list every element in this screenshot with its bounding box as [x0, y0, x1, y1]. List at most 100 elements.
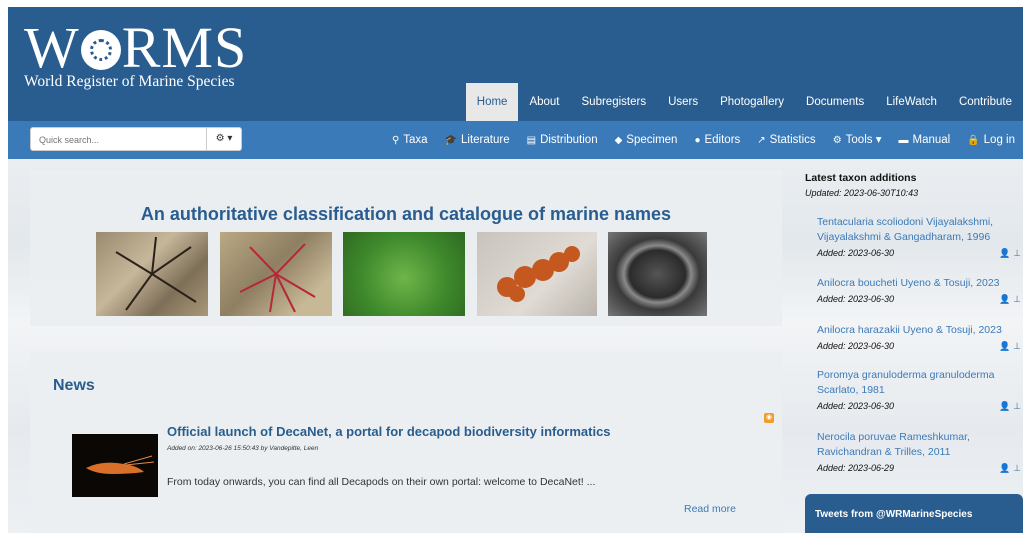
- taxon-added: Added: 2023-06-29: [817, 463, 895, 473]
- nav-login-label: Log in: [983, 134, 1015, 146]
- news-item-title[interactable]: Official launch of DecaNet, a portal for…: [167, 424, 611, 439]
- shrimp-drawing: [86, 455, 155, 474]
- nav-tools[interactable]: ⚙ Tools ▾: [824, 121, 890, 159]
- tweets-title[interactable]: Tweets from @WRMarineSpecies: [815, 509, 972, 520]
- taxon-item: Anilocra boucheti Uyeno & Tosuji, 2023 A…: [817, 276, 1021, 305]
- taxon-icons: 👤 ⊥: [999, 401, 1021, 412]
- person-icon[interactable]: 👤: [999, 401, 1010, 411]
- rss-icon[interactable]: ◉: [764, 413, 774, 423]
- taxon-icons: 👤 ⊥: [999, 294, 1021, 305]
- site-header: W RMS World Register of Marine Species Ho…: [8, 7, 1023, 121]
- logo-title: W RMS: [24, 15, 248, 80]
- search-options-button[interactable]: ⚙ ▾: [206, 128, 241, 150]
- news-item-meta: Added on: 2023-06-26 15:50:43 by Vandepi…: [167, 445, 319, 452]
- taxon-added: Added: 2023-06-30: [817, 248, 895, 258]
- microscopy-photo[interactable]: [608, 232, 707, 316]
- taxon-added: Added: 2023-06-30: [817, 341, 895, 351]
- main-nav: Home About Subregisters Users Photogalle…: [465, 83, 1023, 121]
- page-frame: W RMS World Register of Marine Species Ho…: [8, 7, 1023, 533]
- taxon-item: Nerocila poruvae Rameshkumar, Ravichandr…: [817, 430, 1021, 474]
- caret-down-icon: ▾: [872, 134, 882, 146]
- tab-documents[interactable]: Documents: [795, 83, 875, 121]
- tag-icon: ◆: [614, 135, 623, 146]
- nav-literature[interactable]: 🎓 Literature: [436, 121, 518, 159]
- nav-manual-label: Manual: [912, 134, 951, 146]
- news-item-body: From today onwards, you can find all Dec…: [167, 476, 596, 488]
- lock-icon: 🔒: [967, 135, 980, 146]
- map-icon: ▤: [526, 135, 537, 146]
- person-icon[interactable]: 👤: [999, 294, 1010, 304]
- taxon-name-link[interactable]: Poromya granuloderma granuloderma Scarla…: [817, 368, 1017, 398]
- worms-logo[interactable]: W RMS World Register of Marine Species: [24, 19, 247, 91]
- brittle-star-photo[interactable]: [96, 232, 208, 316]
- taxon-name-link[interactable]: Anilocra harazakii Uyeno & Tosuji, 2023: [817, 323, 1017, 338]
- nav-distribution[interactable]: ▤ Distribution: [518, 121, 606, 159]
- tab-about[interactable]: About: [518, 83, 570, 121]
- graduation-cap-icon: 🎓: [444, 135, 458, 146]
- nav-taxa[interactable]: ⚲ Taxa: [383, 121, 436, 159]
- news-shrimp-image[interactable]: [72, 434, 158, 497]
- feather-star-drawing: [239, 243, 316, 313]
- taxon-name-link[interactable]: Nerocila poruvae Rameshkumar, Ravichandr…: [817, 430, 1017, 460]
- taxon-item: Tentacularia scoliodoni Vijayalakshmi, V…: [817, 215, 1021, 259]
- nav-taxa-label: Taxa: [403, 134, 428, 146]
- nav-statistics-label: Statistics: [769, 134, 816, 146]
- sitemap-icon[interactable]: ⊥: [1013, 463, 1021, 473]
- subnav-items: ⚲ Taxa 🎓 Literature ▤ Distribution ◆ Specime…: [383, 121, 1023, 159]
- nav-statistics[interactable]: ↗ Statistics: [748, 121, 823, 159]
- nav-editors-label: Editors: [704, 134, 741, 146]
- quick-search: ⚙ ▾: [30, 127, 242, 151]
- orange-sea-slug-photo[interactable]: [477, 232, 597, 316]
- tab-home[interactable]: Home: [465, 83, 519, 121]
- latest-taxa-sidebar: Latest taxon additions Updated: 2023-06-…: [791, 170, 1023, 533]
- nav-specimen-label: Specimen: [626, 134, 678, 146]
- logo-subtitle: World Register of Marine Species: [24, 73, 235, 90]
- tab-lifewatch[interactable]: LifeWatch: [875, 83, 948, 121]
- person-icon[interactable]: 👤: [999, 248, 1010, 258]
- taxon-added: Added: 2023-06-30: [817, 401, 895, 411]
- sitemap-icon[interactable]: ⊥: [1013, 341, 1021, 351]
- search-input[interactable]: [37, 131, 201, 149]
- tab-users[interactable]: Users: [657, 83, 709, 121]
- read-more-link[interactable]: Read more: [684, 503, 736, 515]
- nav-literature-label: Literature: [461, 134, 510, 146]
- book-icon: ▬: [898, 135, 909, 146]
- taxon-name-link[interactable]: Tentacularia scoliodoni Vijayalakshmi, V…: [817, 215, 1017, 245]
- starfish-icon: [80, 29, 121, 70]
- gear-icon: ⚙ ▾: [215, 133, 233, 144]
- secondary-nav: ⚙ ▾ ⚲Taxa 🎓Literature ▤Distribution ◆Spe…: [8, 121, 1023, 159]
- feather-star-photo[interactable]: [220, 232, 332, 316]
- line-chart-icon: ↗: [757, 135, 766, 146]
- brittle-star-drawing: [115, 236, 197, 311]
- tweets-box: Tweets from @WRMarineSpecies: [805, 494, 1023, 533]
- nav-login[interactable]: 🔒 Log in: [958, 121, 1023, 159]
- nav-editors[interactable]: ● Editors: [685, 121, 748, 159]
- person-icon[interactable]: 👤: [999, 463, 1010, 473]
- sidebar-heading: Latest taxon additions: [805, 172, 917, 184]
- taxon-icons: 👤 ⊥: [999, 463, 1021, 474]
- nav-specimen[interactable]: ◆ Specimen: [606, 121, 686, 159]
- taxon-added: Added: 2023-06-30: [817, 294, 895, 304]
- hero-title: An authoritative classification and cata…: [140, 204, 672, 224]
- tab-contribute[interactable]: Contribute: [948, 83, 1023, 121]
- sitemap-icon[interactable]: ⊥: [1013, 401, 1021, 411]
- nav-tools-label: Tools: [845, 134, 873, 146]
- sitemap-icon[interactable]: ⊥: [1013, 248, 1021, 258]
- gears-icon: ⚙: [832, 135, 842, 146]
- taxon-name-link[interactable]: Anilocra boucheti Uyeno & Tosuji, 2023: [817, 276, 1017, 291]
- tab-subregisters[interactable]: Subregisters: [571, 83, 658, 121]
- hero-panel: An authoritative classification and cata…: [30, 170, 782, 326]
- news-panel: News ◉ Official launch of DecaNet, a por…: [30, 350, 782, 533]
- sidebar-updated: Updated: 2023-06-30T10:43: [805, 188, 919, 198]
- taxon-icons: 👤 ⊥: [999, 248, 1021, 259]
- search-icon: ⚲: [391, 135, 400, 146]
- nav-distribution-label: Distribution: [540, 134, 598, 146]
- taxon-icons: 👤 ⊥: [999, 341, 1021, 352]
- tab-photogallery[interactable]: Photogallery: [709, 83, 795, 121]
- person-icon[interactable]: 👤: [999, 341, 1010, 351]
- sea-slug-drawing: [497, 246, 580, 302]
- sitemap-icon[interactable]: ⊥: [1013, 294, 1021, 304]
- news-heading: News: [53, 377, 95, 394]
- green-algae-photo[interactable]: [343, 232, 465, 316]
- nav-manual[interactable]: ▬ Manual: [889, 121, 958, 159]
